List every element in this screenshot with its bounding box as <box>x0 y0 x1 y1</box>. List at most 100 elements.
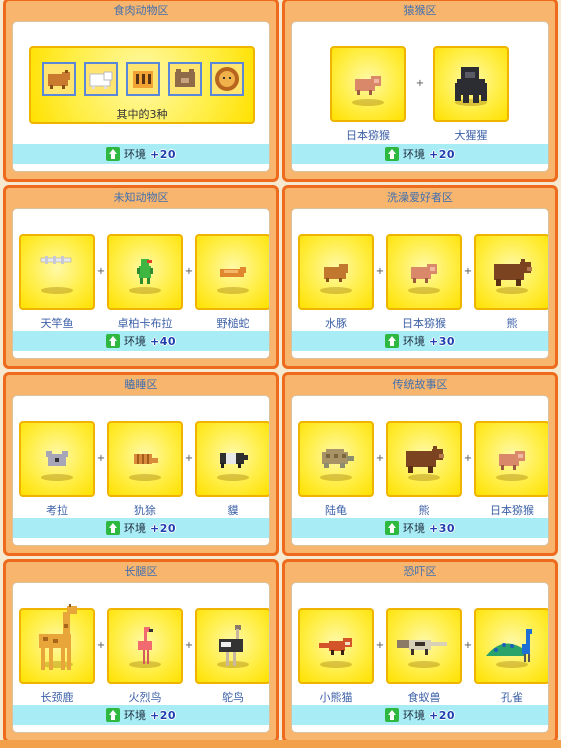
animal-slot[interactable]: 长颈鹿 <box>19 603 95 705</box>
animal-name: 鸵鸟 <box>222 691 244 704</box>
animal-name: 日本猕猴 <box>490 504 534 517</box>
plus-sign: + <box>184 453 194 464</box>
animal-slot[interactable]: 貘 <box>195 421 269 518</box>
macaque-icon <box>474 421 548 497</box>
polar-bear-icon <box>84 62 118 96</box>
zone-panel-long-legs[interactable]: 长腿区 长颈鹿 + 火烈鸟 + 鸵鸟 环境 +20 <box>3 559 279 743</box>
env-label: 环境 <box>123 148 146 161</box>
environment-bonus: 环境 +30 <box>292 331 548 351</box>
animal-slot[interactable]: 日本猕猴 <box>330 46 406 143</box>
bear-icon <box>474 234 548 310</box>
up-arrow-icon <box>105 521 120 535</box>
plus-sign: + <box>375 266 385 277</box>
tsuchinoko-icon <box>195 234 269 310</box>
animal-slot[interactable]: 熊 <box>474 234 548 331</box>
animal-slot[interactable]: 水豚 <box>298 234 374 331</box>
animal-name: 食蚁兽 <box>407 691 441 704</box>
plus-sign: + <box>375 453 385 464</box>
gorilla-icon <box>433 46 509 122</box>
skyfish-icon <box>19 234 95 310</box>
animal-slot[interactable]: 熊 <box>386 421 462 518</box>
animal-name: 日本猕猴 <box>402 317 446 330</box>
zone-panel-sleepy[interactable]: 瞌睡区 考拉 + 犰狳 + 貘 环境 +20 <box>3 372 279 556</box>
zone-panel-folk-tales[interactable]: 传统故事区 陆龟 + 熊 + 日本猕猴 环境 +30 <box>282 372 558 556</box>
animal-slot[interactable]: 大猩猩 <box>433 46 509 143</box>
animal-name: 小熊猫 <box>319 691 353 704</box>
animal-slot[interactable]: 火烈鸟 <box>107 608 183 705</box>
anteater-icon <box>386 608 462 684</box>
animal-name: 火烈鸟 <box>128 691 162 704</box>
zone-card: 天竿鱼 + 卓柏卡布拉 + 野槌蛇 环境 +40 <box>12 208 270 359</box>
flamingo-icon <box>107 608 183 684</box>
plus-sign: + <box>375 640 385 651</box>
animal-slots: 天竿鱼 + 卓柏卡布拉 + 野槌蛇 <box>13 234 269 346</box>
animal-slot[interactable]: 陆龟 <box>298 421 374 518</box>
red-panda-icon <box>298 608 374 684</box>
animal-name: 日本猕猴 <box>346 129 390 142</box>
env-value: +20 <box>428 147 456 161</box>
animal-slot[interactable]: 鸵鸟 <box>195 608 269 705</box>
peacock-icon <box>474 608 548 684</box>
up-arrow-icon <box>384 334 399 348</box>
animal-name: 陆龟 <box>325 504 347 517</box>
bear-icon <box>386 421 462 497</box>
capybara-icon <box>298 234 374 310</box>
animal-slot[interactable]: 日本猕猴 <box>386 234 462 331</box>
environment-bonus: 环境 +20 <box>292 705 548 725</box>
zone-panel-primate[interactable]: 猿猴区 日本猕猴 + 大猩猩 环境 +20 <box>282 0 558 182</box>
animal-slot[interactable]: 食蚁兽 <box>386 608 462 705</box>
animal-name: 天竿鱼 <box>40 317 74 330</box>
animal-name: 熊 <box>418 504 430 517</box>
env-value: +20 <box>149 147 177 161</box>
animal-slot[interactable]: 日本猕猴 <box>474 421 548 518</box>
zone-card: 陆龟 + 熊 + 日本猕猴 环境 +30 <box>291 395 549 546</box>
zone-title: 长腿区 <box>124 565 158 578</box>
plus-sign: + <box>463 453 473 464</box>
animal-slots: 日本猕猴 + 大猩猩 <box>292 46 548 158</box>
zone-panel-intimidation[interactable]: 恐吓区 小熊猫 + 食蚁兽 + 孔雀 环境 +20 <box>282 559 558 743</box>
environment-bonus: 环境 +20 <box>292 144 548 164</box>
zone-title: 猿猴区 <box>403 4 437 17</box>
zone-card: 日本猕猴 + 大猩猩 环境 +20 <box>291 21 549 172</box>
animal-slot[interactable]: 犰狳 <box>107 421 183 518</box>
plus-sign: + <box>96 266 106 277</box>
animal-name: 大猩猩 <box>454 129 488 142</box>
animal-slots: 考拉 + 犰狳 + 貘 <box>13 421 269 533</box>
zone-title: 洗澡爱好者区 <box>387 191 453 204</box>
up-arrow-icon <box>105 334 120 348</box>
zone-panel-carnivore[interactable]: 食肉动物区 其中的3种 环境 +20 <box>3 0 279 182</box>
koala-icon <box>19 421 95 497</box>
animal-slot[interactable]: 卓柏卡布拉 <box>107 234 183 331</box>
animal-slot[interactable]: 考拉 <box>19 421 95 518</box>
zone-card: 其中的3种 环境 +20 <box>12 21 270 172</box>
animal-slots: 长颈鹿 + 火烈鸟 + 鸵鸟 <box>13 603 269 720</box>
animal-slot[interactable]: 天竿鱼 <box>19 234 95 331</box>
animal-slot[interactable]: 小熊猫 <box>298 608 374 705</box>
env-value: +30 <box>428 521 456 535</box>
plus-sign: + <box>184 640 194 651</box>
environment-bonus: 环境 +20 <box>13 518 269 538</box>
env-label: 环境 <box>402 148 425 161</box>
macaque-icon <box>330 46 406 122</box>
zone-title: 食肉动物区 <box>113 4 169 17</box>
tortoise-icon <box>298 421 374 497</box>
group-slot[interactable]: 其中的3种 <box>29 46 255 124</box>
env-label: 环境 <box>402 522 425 535</box>
zone-card: 水豚 + 日本猕猴 + 熊 环境 +30 <box>291 208 549 359</box>
animal-name: 卓柏卡布拉 <box>117 317 173 330</box>
plus-sign: + <box>96 640 106 651</box>
animal-name: 野槌蛇 <box>216 317 250 330</box>
animal-slot[interactable]: 孔雀 <box>474 608 548 705</box>
env-label: 环境 <box>402 709 425 722</box>
animal-name: 貘 <box>227 504 239 517</box>
animal-slots: 小熊猫 + 食蚁兽 + 孔雀 <box>292 608 548 720</box>
up-arrow-icon <box>105 708 120 722</box>
tapir-icon <box>195 421 269 497</box>
environment-bonus: 环境 +30 <box>292 518 548 538</box>
zone-panel-bath-lovers[interactable]: 洗澡爱好者区 水豚 + 日本猕猴 + 熊 环境 +30 <box>282 185 558 369</box>
animal-slots: 陆龟 + 熊 + 日本猕猴 <box>292 421 548 533</box>
group-label: 其中的3种 <box>116 108 168 121</box>
animal-slot[interactable]: 野槌蛇 <box>195 234 269 331</box>
env-value: +30 <box>428 334 456 348</box>
zone-panel-unknown[interactable]: 未知动物区 天竿鱼 + 卓柏卡布拉 + 野槌蛇 环境 +40 <box>3 185 279 369</box>
